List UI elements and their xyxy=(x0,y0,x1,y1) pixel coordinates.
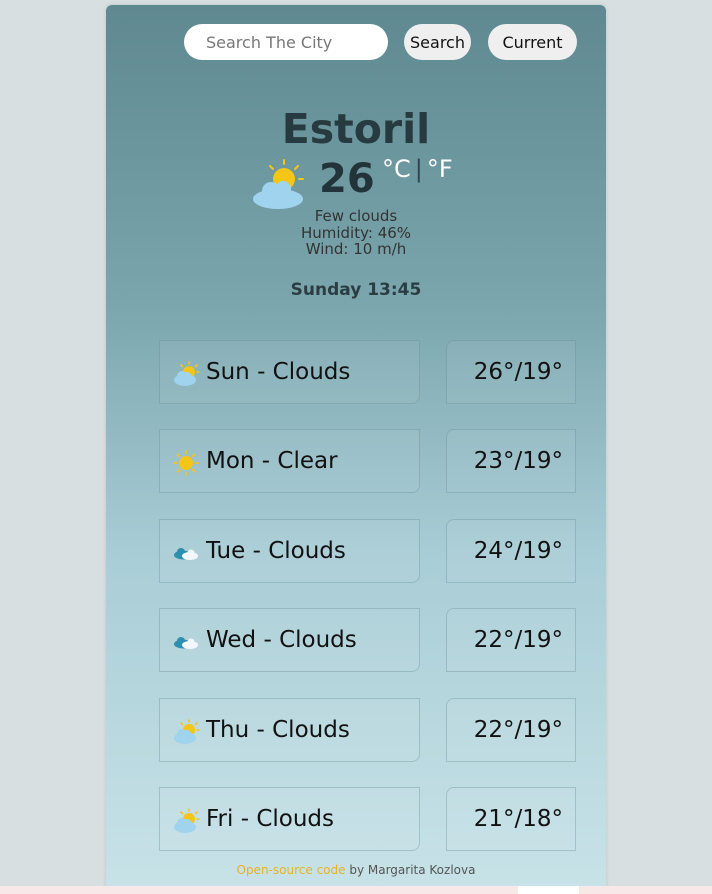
forecast-day-label: Sun - Clouds xyxy=(206,359,351,385)
forecast-temps: 22°/19° xyxy=(446,698,576,762)
clouds-icon xyxy=(174,548,198,560)
current-location-button[interactable]: Current xyxy=(488,24,577,60)
forecast-temps: 21°/18° xyxy=(446,787,576,851)
celsius-link[interactable]: °C xyxy=(382,155,411,183)
city-name: Estoril xyxy=(281,105,431,153)
clouds-icon xyxy=(174,637,198,649)
current-temperature: 26 xyxy=(319,156,375,202)
sun-cloud-icon xyxy=(173,719,200,745)
forecast-day-label: Mon - Clear xyxy=(206,448,338,474)
forecast-temps: 23°/19° xyxy=(446,429,576,493)
forecast-day: Sun - Clouds xyxy=(159,340,420,404)
sun-cloud-icon xyxy=(173,808,200,834)
forecast-temp-range: 23°/19° xyxy=(473,448,563,474)
forecast-temp-range: 22°/19° xyxy=(473,717,563,743)
forecast-day: Tue - Clouds xyxy=(159,519,420,583)
weather-card: Search Current Estoril 26 °C|°F Few clou… xyxy=(106,5,606,894)
forecast-day-label: Thu - Clouds xyxy=(206,717,350,743)
current-datetime: Sunday 13:45 xyxy=(290,280,422,300)
footer: Open-source code by Margarita Kozlova xyxy=(106,863,606,877)
unit-toggle: °C | °F xyxy=(382,154,453,184)
source-code-link[interactable]: Open-source code xyxy=(237,863,346,877)
sun-cloud-icon xyxy=(173,361,200,387)
forecast-day-label: Wed - Clouds xyxy=(206,627,357,653)
forecast-day: Fri - Clouds xyxy=(159,787,420,851)
forecast-temp-range: 26°/19° xyxy=(473,359,563,385)
forecast-temps: 26°/19° xyxy=(446,340,576,404)
search-input[interactable] xyxy=(184,24,388,60)
few-clouds-icon xyxy=(253,159,304,209)
forecast-temp-range: 21°/18° xyxy=(473,806,563,832)
search-button[interactable]: Search xyxy=(404,24,471,60)
unit-separator: | xyxy=(414,155,423,183)
forecast-day: Mon - Clear xyxy=(159,429,420,493)
page-bottom-block xyxy=(518,886,579,894)
forecast-temp-range: 22°/19° xyxy=(473,627,563,653)
forecast-day-label: Fri - Clouds xyxy=(206,806,335,832)
page-bottom-strip xyxy=(0,886,712,894)
author-credit: by Margarita Kozlova xyxy=(345,863,476,877)
fahrenheit-link[interactable]: °F xyxy=(427,155,453,183)
forecast-day: Thu - Clouds xyxy=(159,698,420,762)
forecast-temp-range: 24°/19° xyxy=(473,538,563,564)
weather-description: Few clouds xyxy=(314,207,398,225)
forecast-temps: 22°/19° xyxy=(446,608,576,672)
forecast-day-label: Tue - Clouds xyxy=(206,538,346,564)
wind: Wind: 10 m/h xyxy=(305,240,407,258)
forecast-day: Wed - Clouds xyxy=(159,608,420,672)
forecast-temps: 24°/19° xyxy=(446,519,576,583)
sun-icon xyxy=(173,450,199,476)
